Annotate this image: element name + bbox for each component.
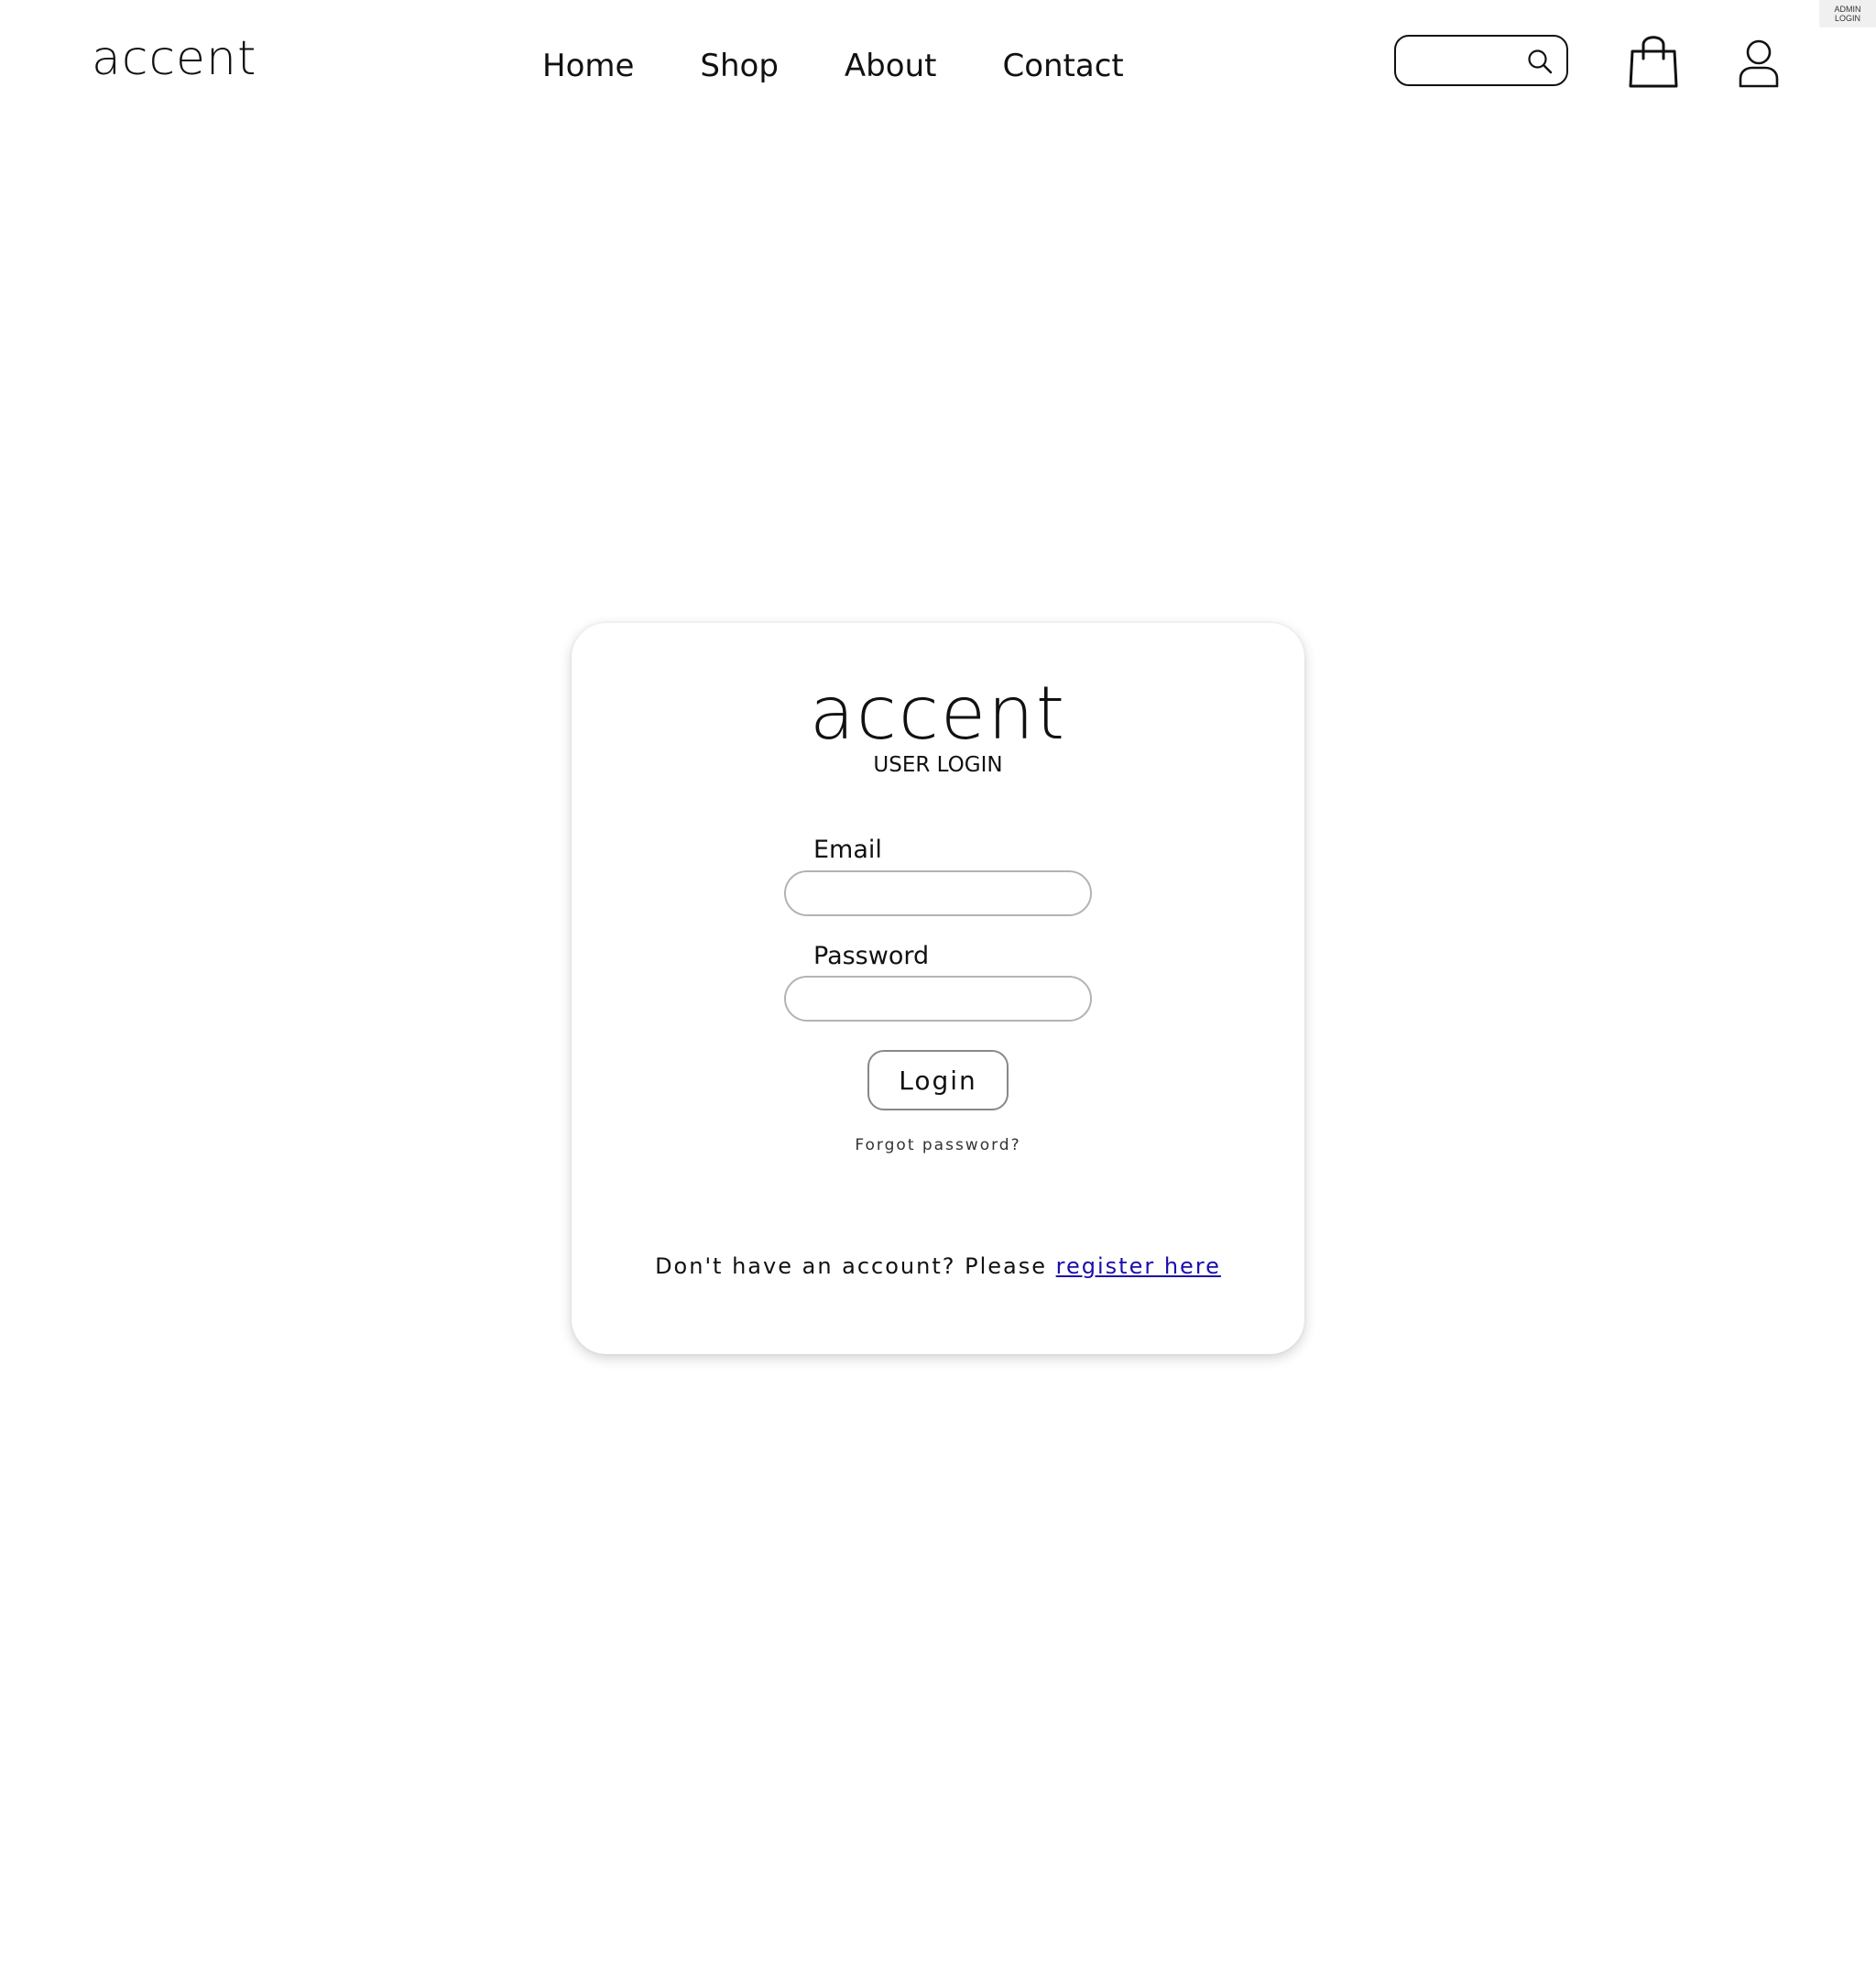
login-button[interactable]: Login bbox=[867, 1050, 1009, 1110]
register-prompt: Don't have an account? Please register h… bbox=[572, 1253, 1304, 1279]
shopping-bag-icon[interactable] bbox=[1627, 33, 1680, 90]
nav-link-shop[interactable]: Shop bbox=[700, 48, 779, 84]
search-icon[interactable] bbox=[1526, 48, 1554, 75]
email-field[interactable] bbox=[784, 870, 1092, 916]
search-input[interactable] bbox=[1409, 41, 1532, 80]
forgot-password-link[interactable]: Forgot password? bbox=[572, 1136, 1304, 1154]
nav-link-home[interactable]: Home bbox=[542, 48, 634, 84]
brand-logo[interactable]: accent bbox=[92, 31, 256, 86]
site-header: accent Home Shop About Contact bbox=[0, 0, 1876, 128]
register-link[interactable]: register here bbox=[1056, 1253, 1221, 1279]
search-box bbox=[1394, 35, 1568, 86]
email-label: Email bbox=[813, 836, 882, 864]
card-brand-logo: accent bbox=[809, 671, 1067, 756]
main-nav: Home Shop About Contact bbox=[542, 48, 1190, 84]
password-field[interactable] bbox=[784, 976, 1092, 1022]
password-label: Password bbox=[813, 942, 930, 970]
register-prompt-text: Don't have an account? Please bbox=[655, 1253, 1056, 1279]
nav-link-contact[interactable]: Contact bbox=[1002, 48, 1123, 84]
user-icon[interactable] bbox=[1737, 38, 1781, 90]
login-card: accent USER LOGIN Email Password Login F… bbox=[572, 623, 1304, 1354]
nav-link-about[interactable]: About bbox=[845, 48, 937, 84]
login-heading: USER LOGIN bbox=[873, 753, 1003, 777]
